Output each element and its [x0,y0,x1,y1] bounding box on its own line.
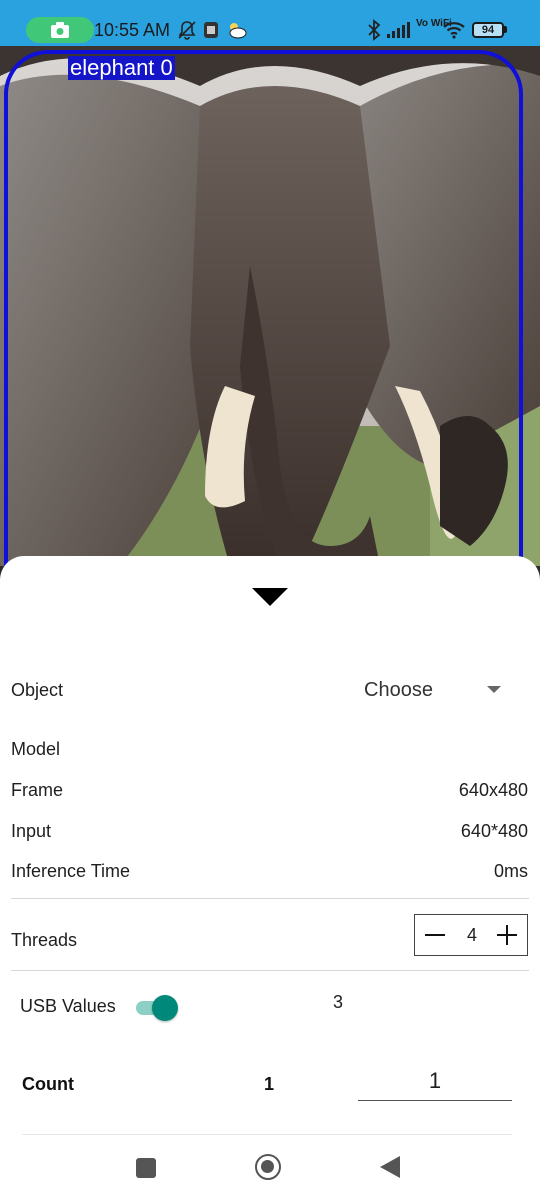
weather-icon [229,23,247,39]
object-label: Object [11,680,64,700]
count-value: 1 [264,1074,275,1094]
usb-values-label: USB Values [20,996,116,1016]
toggle-thumb [152,995,178,1021]
count-input[interactable]: 1 [358,1066,512,1101]
battery-icon: 94 [472,22,504,38]
inference-time-label: Inference Time [11,861,131,881]
usb-value: 3 [333,992,344,1012]
navigation-bar [0,1140,540,1200]
wifi-icon [443,22,465,39]
camera-record-icon [51,22,69,38]
input-value: 640*480 [460,821,528,841]
minus-icon [425,934,445,936]
plus-icon-vertical [506,925,508,945]
home-dot [261,1160,274,1173]
battery-tip [504,26,507,33]
divider [11,898,529,899]
divider [11,970,529,971]
threads-value: 4 [466,925,477,945]
bell-off-icon [178,21,196,40]
divider [22,1134,512,1135]
detection-box [4,50,523,566]
threads-label: Threads [11,930,78,950]
back-triangle-icon[interactable] [380,1156,400,1178]
threads-stepper[interactable]: 4 [414,914,528,956]
inference-time-value: 0ms [493,861,528,881]
model-label: Model [11,739,61,759]
collapse-arrow-icon[interactable] [252,588,288,606]
detection-label: elephant 0 [68,55,175,80]
screen-record-indicator[interactable] [26,17,94,43]
frame-label: Frame [11,780,64,800]
signal-icon [387,22,410,38]
frame-value: 640x480 [458,780,528,800]
bottom-sheet: Object Choose Model Frame 640x480 Input … [0,556,540,1200]
recents-square-icon[interactable] [136,1158,156,1178]
bluetooth-icon [368,19,381,41]
count-label: Count [22,1074,74,1094]
input-label: Input [11,821,52,841]
home-circle-icon[interactable] [255,1154,281,1180]
status-time: 10:55 AM [94,20,171,40]
status-bar: 10:55 AM Vo WiFi 94 [0,0,540,46]
battery-level: 94 [481,24,495,36]
screenshot-icon [204,22,218,38]
count-input-value: 1 [428,1068,442,1093]
dropdown-caret-icon[interactable] [487,686,501,693]
camera-preview[interactable]: elephant 0 [0,46,540,566]
object-select[interactable]: Choose [364,679,433,702]
usb-values-toggle[interactable] [134,994,180,1022]
